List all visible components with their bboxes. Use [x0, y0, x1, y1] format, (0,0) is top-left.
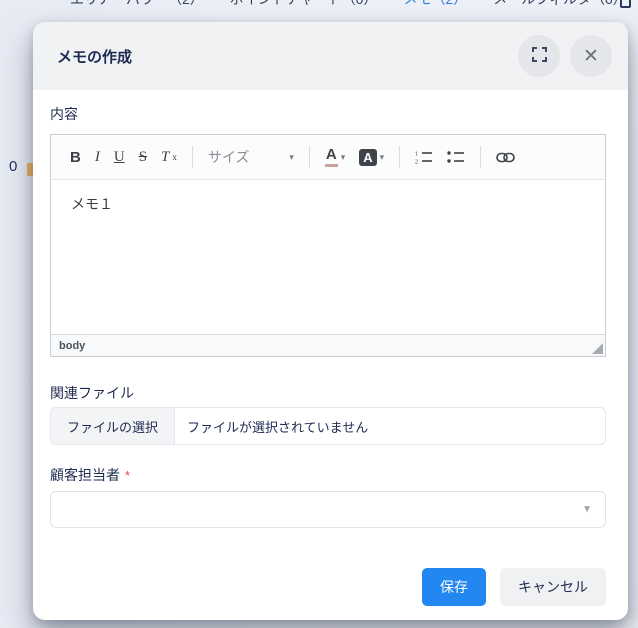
remove-format-sub: x: [172, 152, 177, 162]
editor-content-area[interactable]: メモ１: [51, 180, 605, 334]
background-tab-label: ポイントチャート（0）: [230, 0, 378, 9]
background-tab-active[interactable]: メモ（2）: [403, 0, 467, 9]
dialog-body: 内容 B I U S Tx サイズ ▾ A ▾ A: [33, 90, 628, 620]
save-button[interactable]: 保存: [422, 568, 486, 606]
create-memo-dialog: メモの作成 ✕ 内容 B I U S Tx サイズ: [33, 22, 628, 620]
toolbar-divider: [192, 146, 193, 168]
cancel-button[interactable]: キャンセル: [500, 568, 606, 606]
resize-grip[interactable]: [592, 343, 603, 354]
background-count-fragment: 0: [9, 158, 17, 175]
file-upload-field[interactable]: ファイルの選択 ファイルが選択されていません: [50, 407, 606, 445]
background-tab[interactable]: メールフィルタ（0）: [493, 0, 627, 9]
toolbar-divider: [309, 146, 310, 168]
choose-file-button[interactable]: ファイルの選択: [51, 408, 175, 444]
ordered-list-button[interactable]: 1 2: [408, 146, 440, 168]
content-label: 内容: [50, 104, 606, 124]
underline-button[interactable]: U: [107, 145, 132, 170]
dialog-title: メモの作成: [57, 46, 132, 67]
toolbar-divider: [480, 146, 481, 168]
chevron-down-icon: ▾: [380, 152, 385, 163]
chevron-down-icon: ▾: [341, 152, 346, 163]
expand-icon: [532, 47, 547, 65]
dialog-actions: 保存 キャンセル: [50, 568, 606, 606]
svg-text:1: 1: [415, 152, 418, 158]
background-window-icon: [620, 0, 631, 8]
close-button[interactable]: ✕: [570, 35, 612, 77]
chevron-down-icon: ▾: [289, 152, 294, 163]
background-tab-label: メールフィルタ（0）: [493, 0, 627, 9]
rich-text-editor: B I U S Tx サイズ ▾ A ▾ A ▾: [50, 134, 606, 357]
background-tab-label: エリア・パワー（2）: [70, 0, 204, 9]
assignee-label: 顧客担当者: [50, 467, 120, 483]
strikethrough-button[interactable]: S: [132, 145, 154, 170]
bold-button[interactable]: B: [63, 145, 88, 170]
text-color-letter: A: [325, 147, 338, 167]
text-color-button[interactable]: A ▾: [318, 143, 352, 171]
assignee-label-row: 顧客担当者 *: [50, 465, 606, 485]
background-tab-row: エリア・パワー（2） ポイントチャート（0） メモ（2） メールフィルタ（0）: [70, 0, 638, 9]
background-tab-label: メモ（2）: [403, 0, 467, 9]
italic-button[interactable]: I: [88, 145, 107, 170]
font-size-dropdown[interactable]: サイズ ▾: [201, 143, 301, 171]
background-tab[interactable]: ポイントチャート（0）: [230, 0, 378, 9]
bullet-list-button[interactable]: [440, 146, 472, 168]
expand-button[interactable]: [518, 35, 560, 77]
link-icon: [496, 152, 515, 163]
ordered-list-icon: 1 2: [415, 150, 433, 164]
editor-path-bar: body: [51, 334, 605, 356]
background-right-strip: [628, 10, 638, 620]
editor-element-path[interactable]: body: [59, 340, 85, 352]
dialog-header: メモの作成 ✕: [33, 22, 628, 90]
assignee-select[interactable]: ▼: [50, 491, 606, 528]
file-status-text: ファイルが選択されていません: [175, 408, 368, 444]
remove-format-letter: T: [161, 149, 169, 166]
background-tab[interactable]: エリア・パワー（2）: [70, 0, 204, 9]
background-color-button[interactable]: A ▾: [352, 145, 391, 170]
remove-format-button[interactable]: Tx: [154, 145, 184, 170]
bullet-list-icon: [447, 150, 465, 164]
editor-toolbar: B I U S Tx サイズ ▾ A ▾ A ▾: [51, 135, 605, 180]
font-size-label: サイズ: [208, 147, 250, 167]
background-color-letter: A: [359, 149, 376, 166]
close-icon: ✕: [583, 47, 599, 66]
related-files-label: 関連ファイル: [50, 383, 606, 403]
toolbar-divider: [399, 146, 400, 168]
svg-text:2: 2: [415, 160, 418, 165]
required-asterisk: *: [125, 468, 130, 483]
link-button[interactable]: [489, 148, 522, 167]
select-caret-icon: ▼: [582, 504, 592, 515]
